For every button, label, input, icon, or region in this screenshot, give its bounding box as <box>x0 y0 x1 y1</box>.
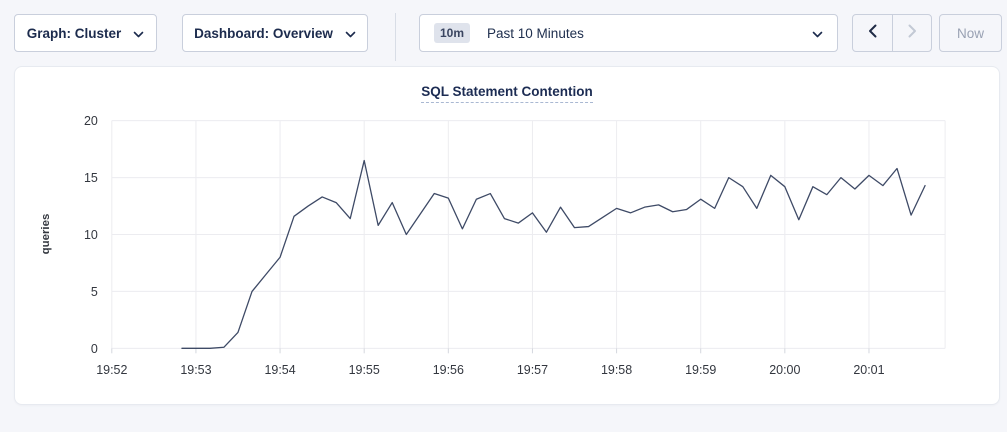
time-prev-button[interactable] <box>853 15 892 51</box>
graph-dropdown[interactable]: Graph: Cluster <box>14 14 157 52</box>
contention-line-chart: 0 5 10 15 20 19:52 19:53 19:54 19:55 19:56 19:57 19… <box>15 67 999 404</box>
x-tick-label: 19:55 <box>349 363 380 377</box>
chevron-down-icon <box>812 26 823 41</box>
series-line <box>182 161 925 349</box>
time-range-dropdown[interactable]: 10m Past 10 Minutes <box>419 14 838 52</box>
y-axis-label: queries <box>40 214 52 255</box>
x-tick-label: 19:52 <box>96 363 127 377</box>
chevron-left-icon <box>868 24 877 43</box>
time-range-label: Past 10 Minutes <box>487 26 584 41</box>
x-tick-label: 19:54 <box>264 363 295 377</box>
chevron-down-icon <box>345 26 356 41</box>
y-tick-label: 10 <box>84 228 98 242</box>
graph-dropdown-label: Graph: Cluster <box>27 26 122 41</box>
y-tick-label: 15 <box>84 171 98 185</box>
x-tick-label: 20:01 <box>853 363 884 377</box>
time-nav-group <box>852 14 932 52</box>
x-tick-label: 19:58 <box>601 363 632 377</box>
time-next-button[interactable] <box>892 15 931 51</box>
time-range-badge: 10m <box>434 23 470 43</box>
chart-title-row: SQL Statement Contention <box>15 83 999 103</box>
chart-title[interactable]: SQL Statement Contention <box>421 84 593 103</box>
y-tick-label: 5 <box>91 285 98 299</box>
x-tick-label: 20:00 <box>769 363 800 377</box>
x-tick-label: 19:59 <box>685 363 716 377</box>
chart-card: SQL Statement Contention 0 5 10 15 20 19:52 19… <box>14 66 1000 405</box>
x-tick-label: 19:57 <box>517 363 548 377</box>
chevron-right-icon <box>908 24 917 43</box>
toolbar: Graph: Cluster Dashboard: Overview 10m P… <box>0 0 1007 66</box>
dashboard-dropdown[interactable]: Dashboard: Overview <box>182 14 368 52</box>
x-tick-label: 19:56 <box>433 363 464 377</box>
dashboard-dropdown-label: Dashboard: Overview <box>194 26 333 41</box>
toolbar-divider <box>395 13 396 61</box>
now-button[interactable]: Now <box>939 14 1002 52</box>
y-tick-label: 20 <box>84 114 98 128</box>
y-tick-label: 0 <box>91 342 98 356</box>
x-tick-label: 19:53 <box>180 363 211 377</box>
chevron-down-icon <box>133 26 144 41</box>
